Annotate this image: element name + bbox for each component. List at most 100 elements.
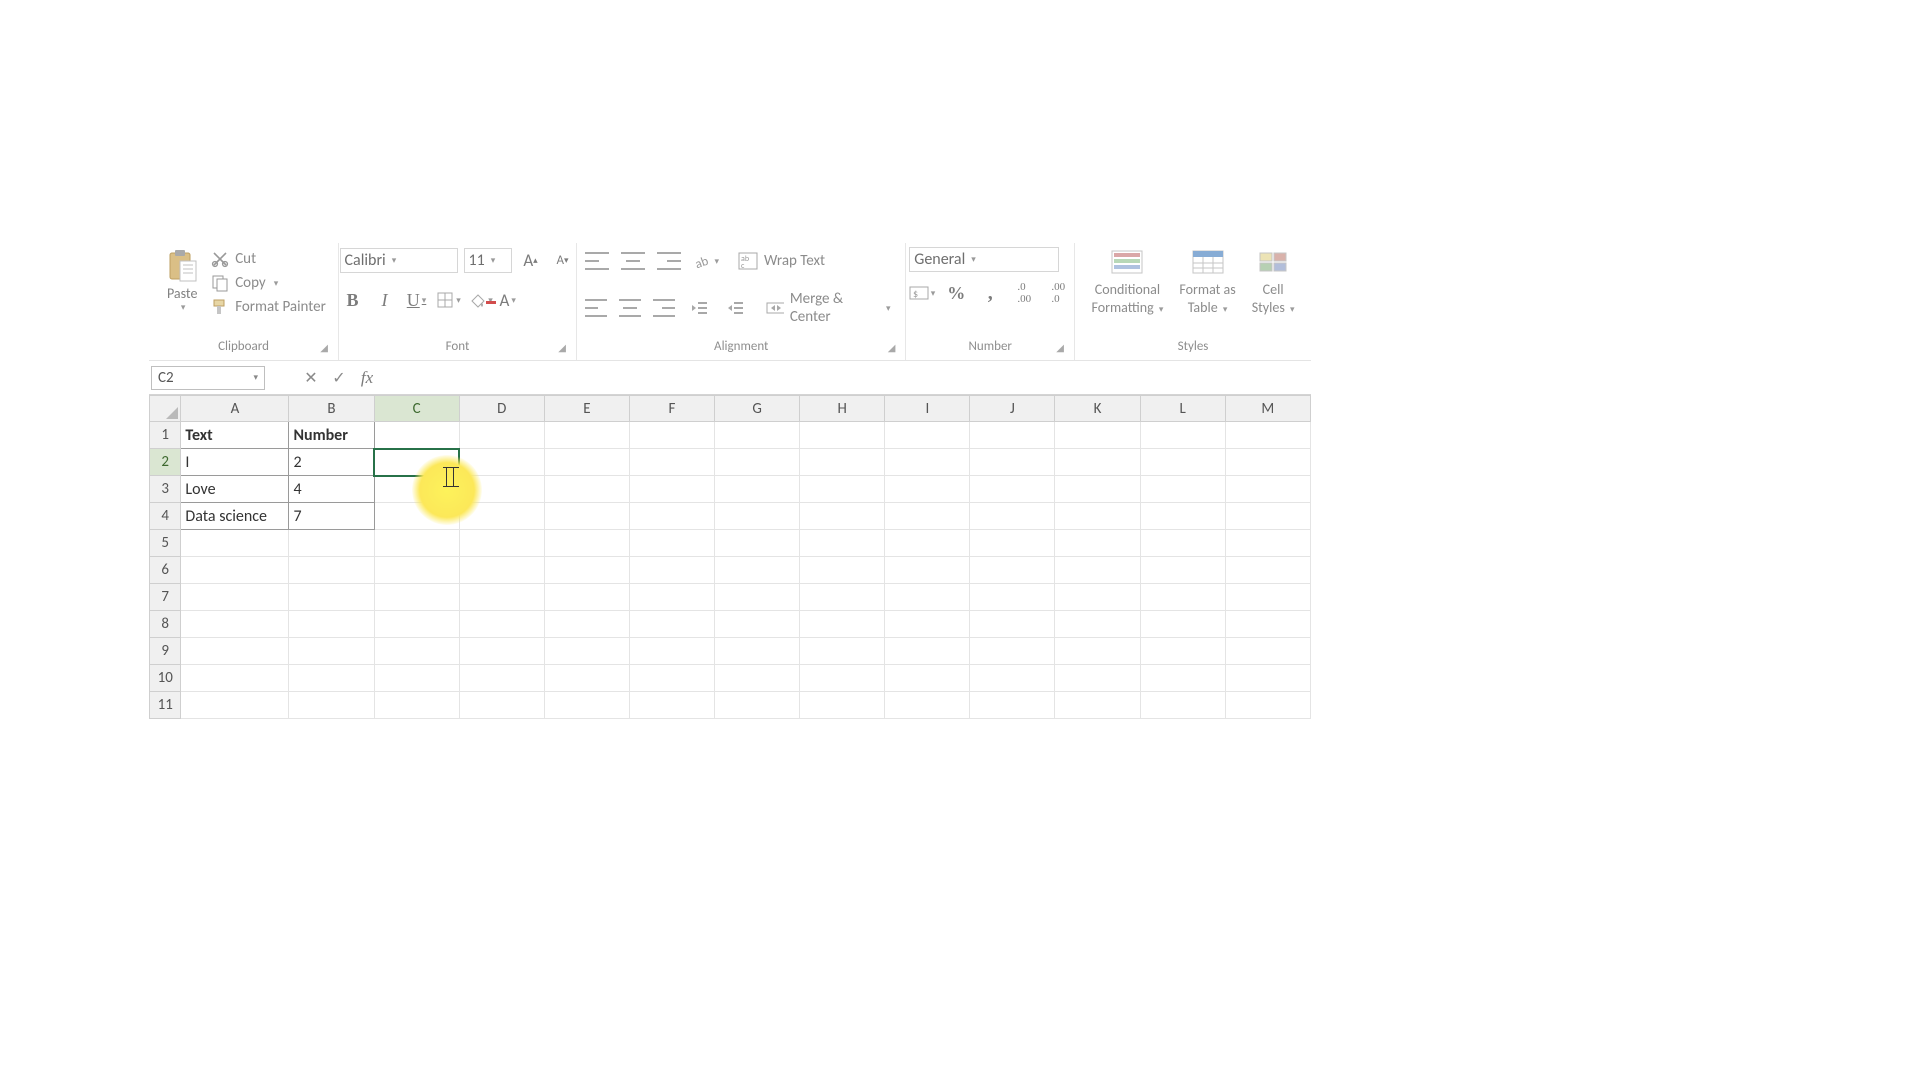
cell-K5[interactable]: [1055, 530, 1140, 557]
number-launcher-icon[interactable]: ◢: [1056, 341, 1064, 354]
cell-M4[interactable]: [1225, 503, 1310, 530]
cell-E3[interactable]: [544, 476, 629, 503]
column-header-D[interactable]: D: [459, 396, 544, 422]
cell-J11[interactable]: [970, 692, 1055, 719]
cell-M9[interactable]: [1225, 638, 1310, 665]
cell-J9[interactable]: [970, 638, 1055, 665]
cell-J5[interactable]: [970, 530, 1055, 557]
cell-C1[interactable]: [374, 422, 459, 449]
cell-K9[interactable]: [1055, 638, 1140, 665]
cell-K2[interactable]: [1055, 449, 1140, 476]
cell-A11[interactable]: [181, 692, 289, 719]
cell-I5[interactable]: [885, 530, 970, 557]
row-header-8[interactable]: 8: [150, 611, 181, 638]
cell-B7[interactable]: [289, 584, 374, 611]
column-header-J[interactable]: J: [970, 396, 1055, 422]
cell-I4[interactable]: [885, 503, 970, 530]
cell-C5[interactable]: [374, 530, 459, 557]
cell-E2[interactable]: [544, 449, 629, 476]
cell-E6[interactable]: [544, 557, 629, 584]
cell-H8[interactable]: [800, 611, 885, 638]
cell-C6[interactable]: [374, 557, 459, 584]
orientation-button[interactable]: ab▾: [693, 248, 719, 274]
cell-D1[interactable]: [459, 422, 544, 449]
cell-C11[interactable]: [374, 692, 459, 719]
increase-font-button[interactable]: A▴: [518, 247, 544, 273]
cell-J3[interactable]: [970, 476, 1055, 503]
cell-J1[interactable]: [970, 422, 1055, 449]
cell-I9[interactable]: [885, 638, 970, 665]
cell-F10[interactable]: [629, 665, 714, 692]
cell-A2[interactable]: I: [181, 449, 289, 476]
cell-G11[interactable]: [715, 692, 800, 719]
cell-L9[interactable]: [1140, 638, 1225, 665]
cell-A5[interactable]: [181, 530, 289, 557]
cell-M3[interactable]: [1225, 476, 1310, 503]
cell-H9[interactable]: [800, 638, 885, 665]
cell-L4[interactable]: [1140, 503, 1225, 530]
cell-G3[interactable]: [715, 476, 800, 503]
cell-K7[interactable]: [1055, 584, 1140, 611]
cell-A7[interactable]: [181, 584, 289, 611]
cell-K10[interactable]: [1055, 665, 1140, 692]
cell-C4[interactable]: [374, 503, 459, 530]
cell-M1[interactable]: [1225, 422, 1310, 449]
clipboard-launcher-icon[interactable]: ◢: [320, 341, 328, 354]
cell-K1[interactable]: [1055, 422, 1140, 449]
cell-D6[interactable]: [459, 557, 544, 584]
confirm-edit-button[interactable]: ✓: [325, 368, 353, 388]
format-painter-button[interactable]: Format Painter: [209, 295, 328, 319]
alignment-launcher-icon[interactable]: ◢: [888, 341, 896, 354]
cell-E11[interactable]: [544, 692, 629, 719]
cell-I2[interactable]: [885, 449, 970, 476]
row-header-3[interactable]: 3: [150, 476, 181, 503]
row-header-6[interactable]: 6: [150, 557, 181, 584]
cell-K6[interactable]: [1055, 557, 1140, 584]
formula-input[interactable]: [381, 361, 1311, 394]
row-header-7[interactable]: 7: [150, 584, 181, 611]
underline-button[interactable]: U▾: [404, 287, 430, 313]
align-bottom-button[interactable]: [657, 252, 681, 270]
cell-D10[interactable]: [459, 665, 544, 692]
font-size-combo[interactable]: 11▾: [464, 248, 512, 273]
column-header-B[interactable]: B: [289, 396, 374, 422]
cell-I1[interactable]: [885, 422, 970, 449]
cell-G8[interactable]: [715, 611, 800, 638]
select-all-corner[interactable]: [150, 396, 181, 422]
cell-C8[interactable]: [374, 611, 459, 638]
cell-B3[interactable]: 4: [289, 476, 374, 503]
cell-F11[interactable]: [629, 692, 714, 719]
cell-H7[interactable]: [800, 584, 885, 611]
cell-F3[interactable]: [629, 476, 714, 503]
cell-J10[interactable]: [970, 665, 1055, 692]
cell-H5[interactable]: [800, 530, 885, 557]
cell-G5[interactable]: [715, 530, 800, 557]
cell-M7[interactable]: [1225, 584, 1310, 611]
cell-G7[interactable]: [715, 584, 800, 611]
row-header-1[interactable]: 1: [150, 422, 181, 449]
paste-button[interactable]: Paste ▾: [159, 247, 205, 315]
cell-D5[interactable]: [459, 530, 544, 557]
cell-H6[interactable]: [800, 557, 885, 584]
cell-G2[interactable]: [715, 449, 800, 476]
cell-A10[interactable]: [181, 665, 289, 692]
cell-L1[interactable]: [1140, 422, 1225, 449]
cell-D11[interactable]: [459, 692, 544, 719]
row-header-5[interactable]: 5: [150, 530, 181, 557]
percent-button[interactable]: %: [943, 280, 969, 306]
column-header-I[interactable]: I: [885, 396, 970, 422]
cell-L8[interactable]: [1140, 611, 1225, 638]
cell-K4[interactable]: [1055, 503, 1140, 530]
align-left-button[interactable]: [585, 299, 607, 317]
cell-M6[interactable]: [1225, 557, 1310, 584]
align-middle-button[interactable]: [621, 252, 645, 270]
cell-E1[interactable]: [544, 422, 629, 449]
cancel-edit-button[interactable]: ✕: [297, 368, 325, 388]
italic-button[interactable]: I: [372, 287, 398, 313]
cell-M2[interactable]: [1225, 449, 1310, 476]
column-header-E[interactable]: E: [544, 396, 629, 422]
comma-button[interactable]: ,: [977, 280, 1003, 306]
column-header-C[interactable]: C: [374, 396, 459, 422]
cut-button[interactable]: Cut: [209, 247, 328, 271]
cell-B1[interactable]: Number: [289, 422, 374, 449]
